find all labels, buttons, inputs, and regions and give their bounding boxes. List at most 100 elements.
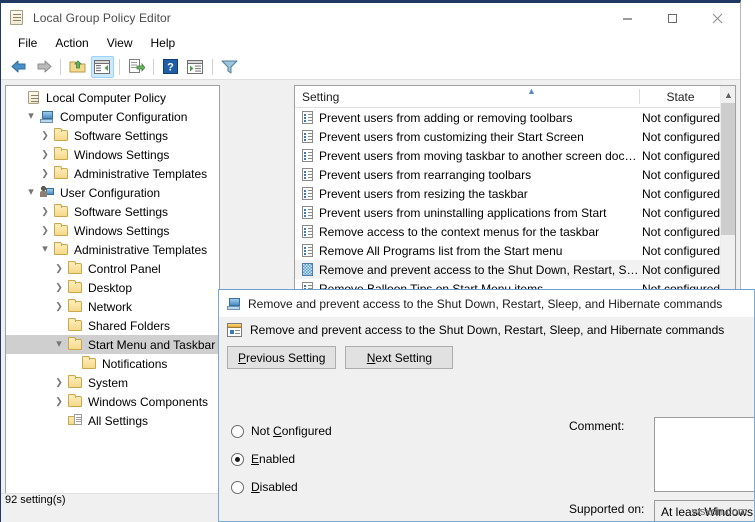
radio-not-configured[interactable]: Not Configured [231, 417, 371, 445]
table-row[interactable]: Remove access to the context menus for t… [295, 222, 735, 241]
tree-item-label: Shared Folders [88, 318, 171, 333]
chevron-right-icon[interactable] [52, 264, 66, 273]
setting-name: Prevent users from adding or removing to… [319, 110, 573, 125]
setting-name: Prevent users from resizing the taskbar [319, 186, 528, 201]
table-row[interactable]: Prevent users from customizing their Sta… [295, 127, 735, 146]
tree-item-label: User Configuration [60, 185, 161, 200]
scrollbar-thumb[interactable] [721, 103, 735, 235]
previous-setting-button[interactable]: Previous Setting [227, 346, 337, 369]
up-one-level-icon[interactable] [66, 56, 89, 78]
chevron-right-icon[interactable] [38, 131, 52, 140]
tree-item-label: Software Settings [74, 128, 169, 143]
policy-setting-icon [295, 187, 319, 200]
computer-icon [38, 110, 56, 123]
table-row[interactable]: Prevent users from rearranging toolbars N… [295, 165, 735, 184]
tree-item-desktop[interactable]: Desktop [6, 278, 219, 297]
forward-icon[interactable] [32, 56, 55, 78]
tree-item-network[interactable]: Network [6, 297, 219, 316]
radio-disabled-indicator[interactable] [231, 480, 244, 494]
next-setting-label: ext Setting [375, 350, 433, 365]
tree-item-windows-components[interactable]: Windows Components [6, 392, 219, 411]
scroll-document-icon [10, 10, 26, 26]
column-header-setting-label: Setting [302, 89, 340, 104]
window-titlebar: Local Group Policy Editor [1, 3, 740, 33]
comment-input[interactable] [654, 417, 754, 492]
radio-not-configured-indicator[interactable] [231, 424, 244, 438]
tree-item-windows-settings[interactable]: Windows Settings [6, 145, 219, 164]
settings-list: Prevent users from adding or removing to… [295, 108, 735, 298]
minimize-button[interactable] [605, 3, 650, 33]
chevron-right-icon[interactable] [38, 207, 52, 216]
tree-item-control-panel[interactable]: Control Panel [6, 259, 219, 278]
menu-help[interactable]: Help [142, 34, 185, 53]
setting-name: Prevent users from moving taskbar to ano… [319, 148, 640, 163]
list-column-headers: Setting ▲ State [295, 86, 735, 108]
radio-not-configured-label: onfigured [281, 424, 332, 438]
chevron-right-icon[interactable] [38, 150, 52, 159]
help-icon[interactable]: ? [159, 56, 182, 78]
table-row[interactable]: Prevent users from moving taskbar to ano… [295, 146, 735, 165]
folder-icon [52, 147, 70, 160]
chevron-down-icon[interactable] [24, 111, 38, 122]
chevron-down-icon[interactable] [52, 339, 66, 350]
tree-item-system[interactable]: System [6, 373, 219, 392]
tree-item-label: Notifications [102, 356, 168, 371]
table-row[interactable]: Remove and prevent access to the Shut Do… [295, 260, 735, 279]
tree-item-local-computer-policy[interactable]: Local Computer Policy [6, 88, 219, 107]
sort-ascending-icon: ▲ [527, 85, 536, 96]
tree-item-computer-configuration[interactable]: Computer Configuration [6, 107, 219, 126]
radio-disabled[interactable]: Disabled [231, 473, 371, 501]
console-tree[interactable]: Local Computer Policy Computer Configurat… [5, 85, 220, 505]
maximize-button[interactable] [650, 3, 695, 33]
close-button[interactable] [695, 3, 740, 33]
tree-item-administrative-templates[interactable]: Administrative Templates [6, 240, 219, 259]
show-hide-console-tree-icon[interactable] [91, 55, 114, 78]
radio-enabled[interactable]: Enabled [231, 445, 371, 473]
setting-name: Remove All Programs list from the Start … [319, 243, 563, 258]
tree-item-shared-folders[interactable]: Shared Folders [6, 316, 219, 335]
radio-enabled-indicator[interactable] [231, 452, 244, 466]
tree-item-all-settings[interactable]: All Settings [6, 411, 219, 430]
export-list-icon[interactable] [125, 56, 148, 78]
previous-setting-accel: P [238, 350, 247, 365]
chevron-right-icon[interactable] [38, 226, 52, 235]
chevron-right-icon[interactable] [52, 302, 66, 311]
tree-item-start-menu-and-taskbar[interactable]: Start Menu and Taskbar [6, 335, 219, 354]
supported-on-label: Supported on: [569, 502, 645, 516]
tree-item-label: Software Settings [74, 204, 169, 219]
tree-item-administrative-templates[interactable]: Administrative Templates [6, 164, 219, 183]
tree-item-software-settings[interactable]: Software Settings [6, 126, 219, 145]
toolbar-separator [212, 58, 213, 75]
table-row[interactable]: Prevent users from uninstalling applicat… [295, 203, 735, 222]
radio-enabled-label: nabled [259, 452, 296, 466]
tree-item-label: Control Panel [88, 261, 161, 276]
table-row[interactable]: Prevent users from adding or removing to… [295, 108, 735, 127]
table-row[interactable]: Prevent users from resizing the taskbar N… [295, 184, 735, 203]
chevron-right-icon[interactable] [52, 378, 66, 387]
setting-name: Prevent users from rearranging toolbars [319, 167, 532, 182]
menu-file[interactable]: File [9, 34, 46, 53]
chevron-right-icon[interactable] [52, 397, 66, 406]
tree-item-label: Computer Configuration [60, 109, 188, 124]
chevron-right-icon[interactable] [38, 169, 52, 178]
next-setting-button[interactable]: Next Setting [345, 346, 454, 369]
column-header-setting[interactable]: Setting ▲ [295, 86, 640, 108]
policy-setting-dialog: Remove and prevent access to the Shut Do… [218, 289, 755, 522]
filter-icon[interactable] [218, 56, 241, 78]
folder-icon [66, 280, 84, 293]
view-icon[interactable] [184, 56, 207, 78]
tree-item-windows-settings[interactable]: Windows Settings [6, 221, 219, 240]
folder-icon [66, 261, 84, 274]
scroll-up-icon[interactable]: ▲ [721, 86, 735, 103]
tree-item-notifications[interactable]: Notifications [6, 354, 219, 373]
menu-view[interactable]: View [98, 34, 142, 53]
tree-item-user-configuration[interactable]: User Configuration [6, 183, 219, 202]
menu-action[interactable]: Action [46, 34, 97, 53]
chevron-down-icon[interactable] [24, 187, 38, 198]
back-icon[interactable] [7, 56, 30, 78]
tree-item-software-settings[interactable]: Software Settings [6, 202, 219, 221]
chevron-right-icon[interactable] [52, 283, 66, 292]
window-title: Local Group Policy Editor [33, 11, 171, 25]
chevron-down-icon[interactable] [38, 244, 52, 255]
table-row[interactable]: Remove All Programs list from the Start … [295, 241, 735, 260]
